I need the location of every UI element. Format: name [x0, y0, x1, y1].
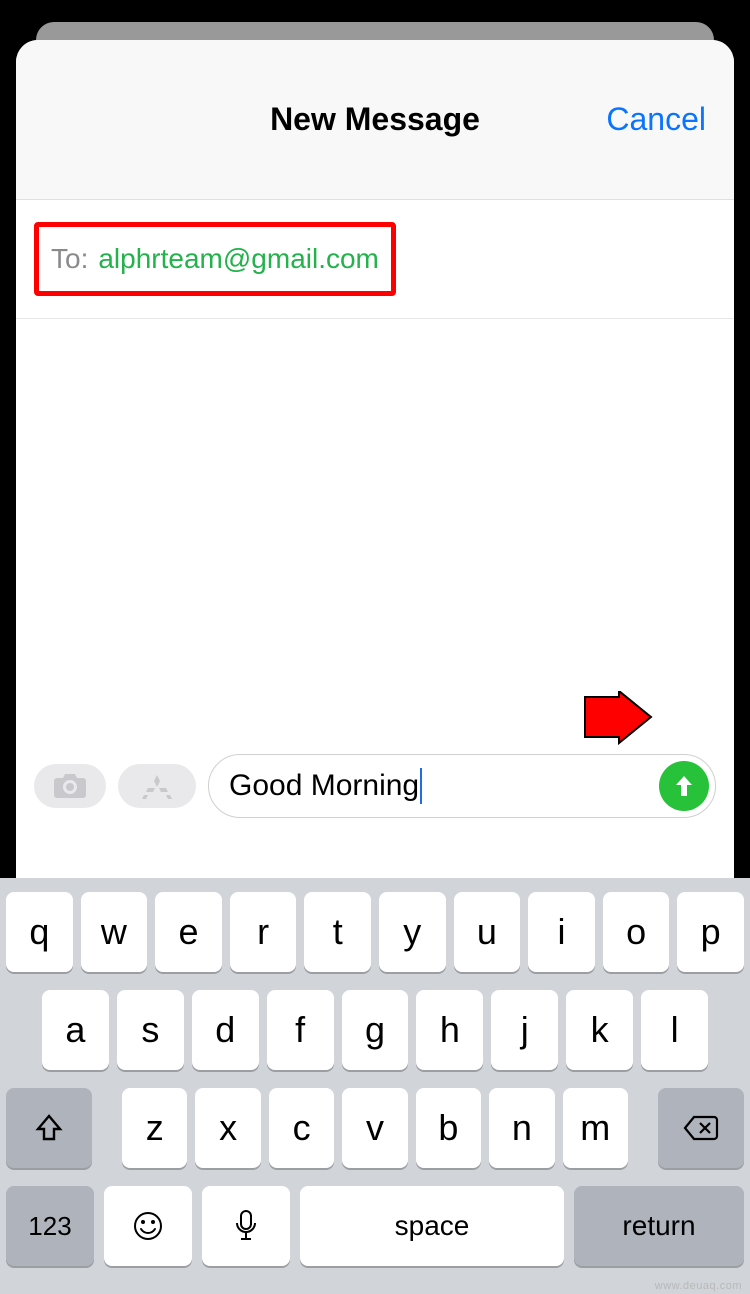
camera-button[interactable]: [34, 764, 106, 808]
key-b[interactable]: b: [416, 1088, 481, 1168]
to-label: To:: [51, 243, 88, 275]
app-store-icon: [137, 772, 177, 800]
key-i[interactable]: i: [528, 892, 595, 972]
key-v[interactable]: v: [342, 1088, 407, 1168]
send-button[interactable]: [659, 761, 709, 811]
key-w[interactable]: w: [81, 892, 148, 972]
text-caret: [420, 768, 422, 804]
key-l[interactable]: l: [641, 990, 708, 1070]
sheet-header: New Message Cancel: [16, 40, 734, 200]
key-j[interactable]: j: [491, 990, 558, 1070]
key-q[interactable]: q: [6, 892, 73, 972]
key-s[interactable]: s: [117, 990, 184, 1070]
camera-icon: [52, 772, 88, 800]
key-delete[interactable]: [658, 1088, 744, 1168]
keyboard-row-2: a s d f g h j k l: [6, 990, 744, 1070]
key-f[interactable]: f: [267, 990, 334, 1070]
key-y[interactable]: y: [379, 892, 446, 972]
compose-bar: Good Morning: [16, 754, 734, 834]
keyboard-row-3: z x c v b n m: [6, 1088, 744, 1168]
key-t[interactable]: t: [304, 892, 371, 972]
watermark: www.deuaq.com: [655, 1280, 742, 1292]
shift-icon: [34, 1113, 64, 1143]
to-field-row[interactable]: To: alphrteam@gmail.com: [16, 200, 734, 319]
key-dictation[interactable]: [202, 1186, 290, 1266]
message-text: Good Morning: [229, 769, 419, 803]
key-o[interactable]: o: [603, 892, 670, 972]
key-r[interactable]: r: [230, 892, 297, 972]
keyboard-row-bottom: 123 space return: [6, 1186, 744, 1266]
key-e[interactable]: e: [155, 892, 222, 972]
key-c[interactable]: c: [269, 1088, 334, 1168]
key-emoji[interactable]: [104, 1186, 192, 1266]
key-h[interactable]: h: [416, 990, 483, 1070]
key-n[interactable]: n: [489, 1088, 554, 1168]
app-store-button[interactable]: [118, 764, 196, 808]
key-p[interactable]: p: [677, 892, 744, 972]
page-title: New Message: [270, 101, 480, 138]
keyboard: q w e r t y u i o p a s d f g h j k l: [0, 878, 750, 1294]
key-numeric[interactable]: 123: [6, 1186, 94, 1266]
key-d[interactable]: d: [192, 990, 259, 1070]
key-a[interactable]: a: [42, 990, 109, 1070]
emoji-icon: [132, 1210, 164, 1242]
message-input[interactable]: Good Morning: [208, 754, 716, 818]
backspace-icon: [683, 1115, 719, 1141]
arrow-up-icon: [670, 772, 698, 800]
key-shift[interactable]: [6, 1088, 92, 1168]
device-frame: New Message Cancel To: alphrteam@gmail.c…: [0, 0, 750, 1294]
key-z[interactable]: z: [122, 1088, 187, 1168]
key-return[interactable]: return: [574, 1186, 744, 1266]
microphone-icon: [235, 1209, 257, 1243]
to-recipient: alphrteam@gmail.com: [98, 243, 379, 275]
key-m[interactable]: m: [563, 1088, 628, 1168]
key-g[interactable]: g: [342, 990, 409, 1070]
key-k[interactable]: k: [566, 990, 633, 1070]
key-space[interactable]: space: [300, 1186, 564, 1266]
key-u[interactable]: u: [454, 892, 521, 972]
conversation-area: [16, 319, 734, 754]
cancel-button[interactable]: Cancel: [606, 40, 706, 199]
key-x[interactable]: x: [195, 1088, 260, 1168]
keyboard-row-1: q w e r t y u i o p: [6, 892, 744, 972]
annotation-highlight: To: alphrteam@gmail.com: [34, 222, 396, 296]
